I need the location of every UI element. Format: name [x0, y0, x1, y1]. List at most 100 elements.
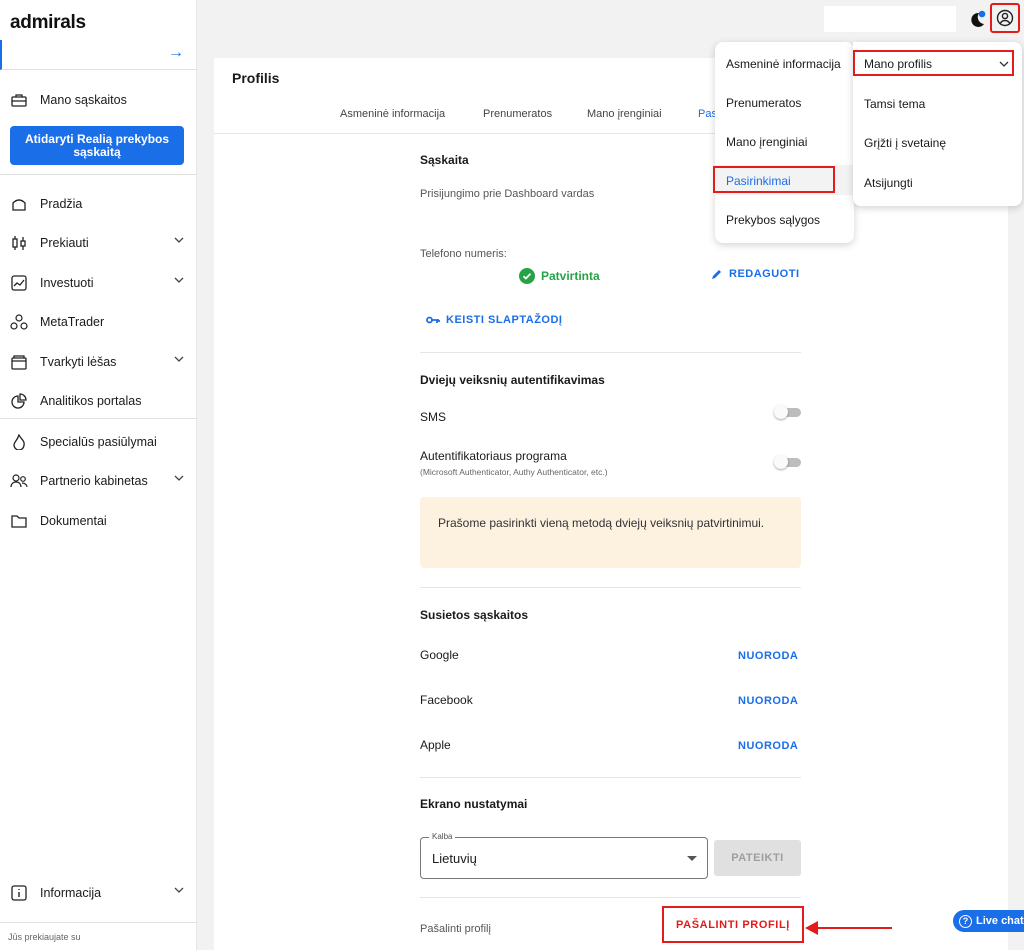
sms-toggle[interactable]: [774, 405, 801, 419]
change-password-button[interactable]: KEISTI SLAPTAŽODĮ: [426, 314, 562, 326]
delete-profile-button[interactable]: PAŠALINTI PROFILĮ: [662, 906, 804, 943]
tab-personal-info[interactable]: Asmeninė informacija: [340, 108, 445, 120]
live-chat-button[interactable]: ? Live chat: [953, 910, 1024, 932]
section-title-2fa: Dviejų veiksnių autentifikavimas: [420, 373, 605, 387]
2fa-notice: Prašome pasirinkti vieną metodą dviejų v…: [420, 497, 801, 568]
language-select[interactable]: Kalba Lietuvių: [420, 832, 708, 879]
tab-subscriptions[interactable]: Prenumeratos: [483, 108, 552, 120]
briefcase-icon: [10, 91, 28, 109]
sidebar-item-home[interactable]: Pradžia: [0, 185, 196, 223]
sidebar-item-trade[interactable]: Prekiauti: [0, 224, 196, 262]
section-divider: [420, 777, 801, 778]
dropdown-caret-icon: [687, 856, 697, 861]
edit-phone-label: REDAGUOTI: [729, 268, 800, 280]
sidebar-item-info[interactable]: Informacija: [0, 874, 196, 912]
open-real-account-button[interactable]: Atidaryti Realią prekybos sąskaitą: [10, 126, 184, 165]
menu-item-subscriptions[interactable]: Prenumeratos: [726, 96, 801, 110]
sidebar-item-label: Specialūs pasiūlymai: [40, 435, 157, 449]
section-divider: [420, 897, 801, 898]
sidebar-item-partners[interactable]: Partnerio kabinetas: [0, 462, 196, 500]
submit-button[interactable]: PATEIKTI: [714, 840, 801, 876]
sms-label: SMS: [420, 410, 447, 424]
info-icon: [10, 884, 28, 902]
user-menu: Mano profilis Tamsi tema Grįžti į svetai…: [853, 42, 1022, 206]
user-menu-button[interactable]: [990, 3, 1020, 33]
sidebar-item-label: MetaTrader: [40, 315, 105, 329]
sidebar-item-invest[interactable]: Investuoti: [0, 264, 196, 302]
sidebar-item-label: Investuoti: [40, 276, 94, 290]
section-divider: [420, 587, 801, 588]
pencil-icon: [712, 270, 721, 279]
admirals-logo[interactable]: admirals: [10, 12, 86, 34]
link-apple-button[interactable]: NUORODA: [738, 740, 798, 752]
sidebar-item-my-accounts[interactable]: Mano sąskaitos: [0, 81, 196, 119]
section-title-screen-settings: Ekrano nustatymai: [420, 797, 528, 811]
link-facebook-button[interactable]: NUORODA: [738, 695, 798, 707]
sidebar-item-offers[interactable]: Specialūs pasiūlymai: [0, 423, 196, 461]
linked-account-facebook: Facebook: [420, 693, 473, 707]
sidebar-item-documents[interactable]: Dokumentai: [0, 502, 196, 540]
pie-chart-icon: [10, 392, 28, 410]
profile-submenu: Asmeninė informacija Prenumeratos Mano į…: [713, 42, 854, 243]
sidebar-item-label: Tvarkyti lėšas: [40, 355, 117, 369]
sidebar-item-label: Mano sąskaitos: [40, 93, 127, 107]
language-select-value: Lietuvių: [432, 851, 477, 866]
phone-status-text: Patvirtinta: [541, 269, 600, 283]
home-icon: [10, 195, 28, 213]
tab-devices[interactable]: Mano įrenginiai: [587, 108, 662, 120]
folder-icon: [10, 512, 28, 530]
delete-profile-label: Pašalinti profilį: [420, 923, 491, 935]
page-title: Profilis: [232, 70, 280, 86]
sidebar-divider: [0, 174, 196, 175]
annotation-arrow-icon: [805, 921, 892, 935]
wallet-icon: [10, 353, 28, 371]
chevron-down-icon[interactable]: [174, 887, 184, 893]
menu-item-back-to-site[interactable]: Grįžti į svetainę: [864, 136, 946, 150]
sidebar-item-label: Partnerio kabinetas: [40, 474, 148, 488]
phone-status: Patvirtinta: [519, 268, 600, 284]
sidebar-item-label: Pradžia: [40, 197, 83, 211]
sidebar-item-label: Analitikos portalas: [40, 394, 142, 408]
menu-item-devices[interactable]: Mano įrenginiai: [726, 135, 807, 149]
sidebar-item-funds[interactable]: Tvarkyti lėšas: [0, 343, 196, 381]
annotation-highlight-box: [713, 166, 835, 193]
chevron-down-icon[interactable]: [174, 277, 184, 283]
menu-item-logout[interactable]: Atsijungti: [864, 176, 913, 190]
sidebar-collapse-row[interactable]: →: [0, 40, 196, 70]
menu-item-personal-info[interactable]: Asmeninė informacija: [726, 57, 841, 71]
auth-app-toggle[interactable]: [774, 455, 801, 469]
top-search-box[interactable]: [824, 6, 956, 32]
partners-icon: [10, 472, 28, 490]
section-title-account: Sąskaita: [420, 153, 469, 167]
section-title-linked-accounts: Susietos sąskaitos: [420, 608, 529, 622]
menu-item-my-profile[interactable]: Mano profilis: [864, 57, 932, 71]
chart-line-icon: [10, 274, 28, 292]
menu-item-trading-conditions[interactable]: Prekybos sąlygos: [726, 213, 820, 227]
chevron-down-icon[interactable]: [999, 61, 1009, 67]
arrow-right-icon[interactable]: →: [168, 44, 184, 62]
sidebar-item-analytics[interactable]: Analitikos portalas: [0, 382, 196, 420]
dark-mode-icon[interactable]: [967, 10, 986, 28]
check-circle-icon: [519, 268, 535, 284]
chevron-down-icon[interactable]: [174, 237, 184, 243]
flame-icon: [10, 433, 28, 451]
candlestick-icon: [10, 234, 28, 252]
sidebar-item-label: Informacija: [40, 886, 102, 900]
chevron-down-icon[interactable]: [174, 356, 184, 362]
sidebar-divider: [0, 418, 196, 419]
auth-app-label: Autentifikatoriaus programa: [420, 449, 567, 463]
auth-app-hint: (Microsoft Authenticator, Authy Authenti…: [420, 467, 608, 477]
sidebar-divider: [0, 922, 196, 923]
user-circle-icon: [996, 9, 1014, 27]
change-password-label: KEISTI SLAPTAŽODĮ: [446, 314, 563, 326]
menu-item-dark-theme[interactable]: Tamsi tema: [864, 97, 925, 111]
sidebar-item-metatrader[interactable]: MetaTrader: [0, 303, 196, 341]
language-select-legend: Kalba: [429, 832, 456, 841]
link-google-button[interactable]: NUORODA: [738, 650, 798, 662]
edit-phone-button[interactable]: REDAGUOTI: [711, 268, 800, 280]
sidebar-item-label: Prekiauti: [40, 236, 89, 250]
dashboard-name-label: Prisijungimo prie Dashboard vardas: [420, 188, 595, 200]
chevron-down-icon[interactable]: [174, 475, 184, 481]
sidebar-footer-text: Jūs prekiaujate su: [8, 932, 81, 942]
key-icon: [426, 316, 440, 324]
